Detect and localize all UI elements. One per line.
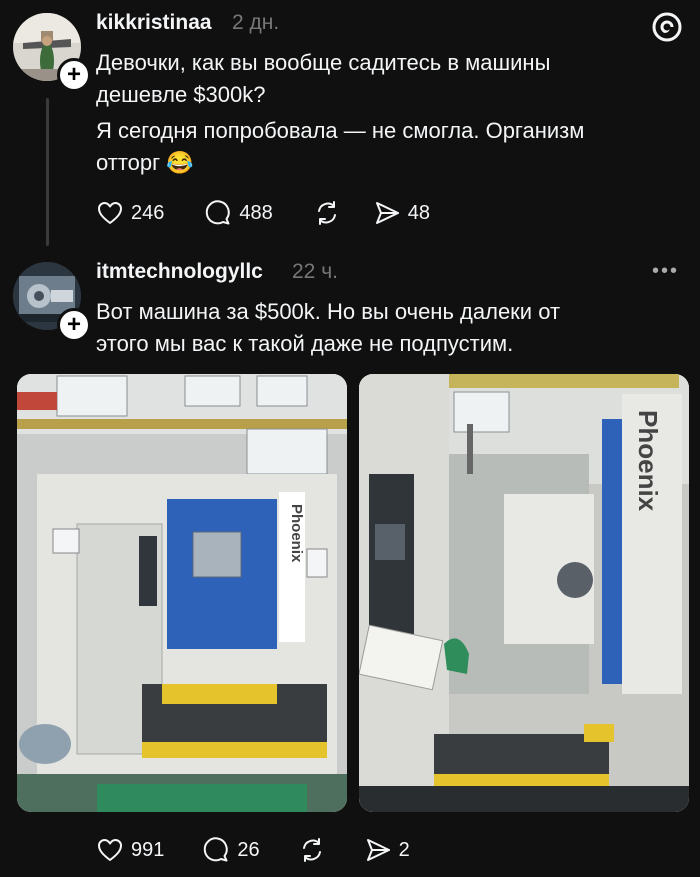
follow-plus-button[interactable]: + <box>57 308 91 342</box>
post2-username[interactable]: itmtechnologyllc <box>96 260 263 284</box>
comment-button[interactable]: 26 <box>202 836 260 864</box>
more-icon[interactable]: ••• <box>652 260 679 283</box>
post-photo-2[interactable]: Phoenix <box>359 374 689 812</box>
heart-icon <box>98 839 122 861</box>
post1-text: Девочки, как вы вообще садитесь в машины… <box>96 50 551 107</box>
repost-button[interactable] <box>313 199 341 227</box>
repost-button[interactable] <box>298 836 326 864</box>
repost-icon <box>302 838 321 862</box>
svg-text:Phoenix: Phoenix <box>633 410 663 512</box>
post1-actions: 246 488 48 <box>96 199 470 227</box>
post1-time: 2 дн. <box>232 11 280 34</box>
send-icon <box>375 202 399 224</box>
svg-text:Phoenix: Phoenix <box>288 504 305 563</box>
comment-icon <box>206 200 231 225</box>
send-icon <box>366 839 390 861</box>
share-button[interactable]: 48 <box>373 199 430 227</box>
heart-icon <box>98 202 122 224</box>
repost-icon <box>317 201 336 225</box>
follow-plus-button[interactable]: + <box>57 58 91 92</box>
share-count: 48 <box>407 201 430 224</box>
like-count: 991 <box>131 838 165 861</box>
share-button[interactable]: 2 <box>364 836 410 864</box>
like-count: 246 <box>131 201 165 224</box>
post1-text-2: Я сегодня попробовала — не смогла. Орган… <box>96 115 584 179</box>
comment-count: 488 <box>239 201 273 224</box>
laughing-emoji-icon: 😂 <box>166 150 194 175</box>
threads-logo-icon[interactable] <box>650 10 684 44</box>
like-button[interactable]: 991 <box>96 836 164 864</box>
post-photo-1[interactable]: Phoenix <box>17 374 347 812</box>
comment-count: 26 <box>237 838 260 861</box>
post2-time: 22 ч. <box>292 260 338 283</box>
post2-actions: 991 26 2 <box>96 836 450 864</box>
comment-button[interactable]: 488 <box>204 199 273 227</box>
share-count: 2 <box>398 838 410 861</box>
post1-username[interactable]: kikkristinaa <box>96 11 212 35</box>
thread-connector-line <box>46 98 49 246</box>
post2-text: Вот машина за $500k. Но вы очень далеки … <box>96 299 561 356</box>
comment-icon <box>204 837 229 862</box>
like-button[interactable]: 246 <box>96 199 164 227</box>
